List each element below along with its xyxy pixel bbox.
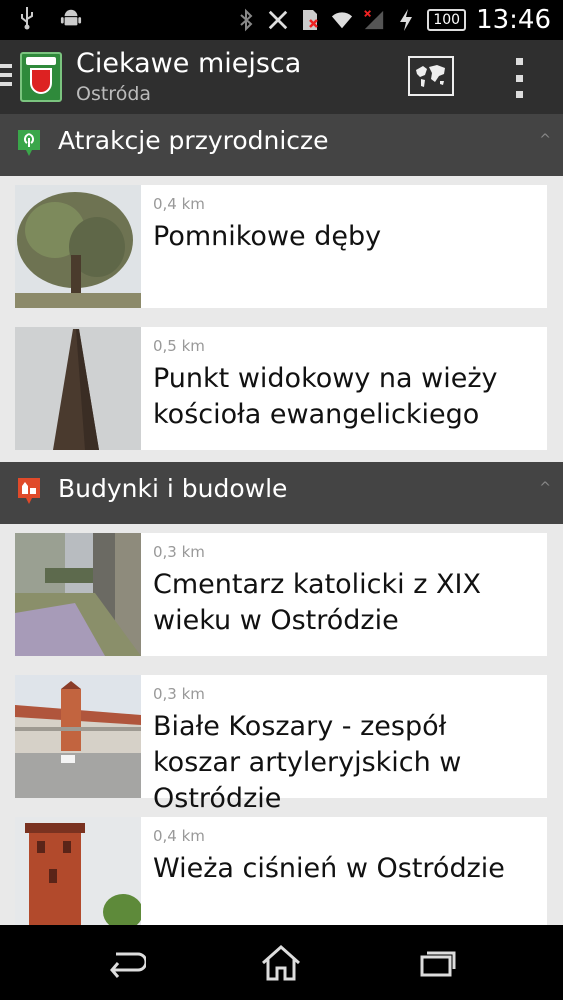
list-item[interactable]: 0,4 km Wieża ciśnień w Ostródzie — [15, 817, 547, 925]
item-name: Pomnikowe dęby — [153, 221, 382, 252]
item-name: Wieża ciśnień w Ostródzie — [153, 853, 505, 884]
collapse-caret-icon[interactable]: ^ — [539, 132, 551, 148]
app-subtitle: Ostróda — [76, 83, 152, 105]
section-title: Budynki i budowle — [58, 474, 288, 503]
overflow-menu-icon[interactable] — [508, 58, 530, 98]
list-item[interactable]: 0,4 km Pomnikowe dęby — [15, 185, 547, 308]
charging-icon — [395, 8, 417, 32]
item-thumbnail — [15, 185, 141, 308]
menu-icon[interactable] — [0, 64, 12, 91]
item-thumbnail — [15, 817, 141, 925]
item-distance: 0,4 km — [153, 827, 205, 845]
wifi-icon — [331, 8, 353, 32]
item-thumbnail — [15, 533, 141, 656]
clock: 13:46 — [476, 5, 551, 35]
item-distance: 0,4 km — [153, 195, 205, 213]
bluetooth-icon — [235, 8, 257, 32]
usb-icon — [16, 6, 38, 30]
list-item[interactable]: 0,3 km Białe Koszary - zespół koszar art… — [15, 675, 547, 814]
map-icon[interactable] — [408, 56, 454, 96]
recent-apps-icon[interactable] — [414, 943, 462, 983]
battery-level: 100 — [427, 9, 467, 31]
building-pin-icon — [16, 476, 42, 506]
action-bar: Ciekawe miejsca Ostróda — [0, 40, 563, 114]
item-distance: 0,3 km — [153, 685, 205, 703]
section-header-nature[interactable]: Atrakcje przyrodnicze ^ — [0, 114, 563, 176]
item-name: Cmentarz katolicki z XIX wieku w Ostródz… — [153, 569, 481, 636]
home-icon[interactable] — [257, 943, 305, 983]
item-distance: 0,3 km — [153, 543, 205, 561]
item-thumbnail — [15, 327, 141, 450]
item-name: Białe Koszary - zespół koszar artyleryjs… — [153, 711, 462, 814]
nfc-icon — [267, 8, 289, 32]
nature-pin-icon — [16, 128, 42, 158]
item-name: Punkt widokowy na wieży kościoła ewangel… — [153, 363, 498, 430]
app-logo-icon[interactable] — [20, 52, 62, 102]
section-title: Atrakcje przyrodnicze — [58, 126, 329, 155]
navigation-bar — [0, 925, 563, 1000]
android-icon — [60, 6, 82, 30]
list-item[interactable]: 0,5 km Punkt widokowy na wieży kościoła … — [15, 327, 547, 450]
list-item[interactable]: 0,3 km Cmentarz katolicki z XIX wieku w … — [15, 533, 547, 656]
app-title: Ciekawe miejsca — [76, 48, 302, 79]
signal-icon — [363, 8, 385, 32]
item-distance: 0,5 km — [153, 337, 205, 355]
sim-icon — [299, 8, 321, 32]
section-header-buildings[interactable]: Budynki i budowle ^ — [0, 462, 563, 524]
back-icon[interactable] — [102, 943, 150, 983]
item-thumbnail — [15, 675, 141, 798]
collapse-caret-icon[interactable]: ^ — [539, 480, 551, 496]
status-bar: 100 13:46 — [0, 0, 563, 40]
